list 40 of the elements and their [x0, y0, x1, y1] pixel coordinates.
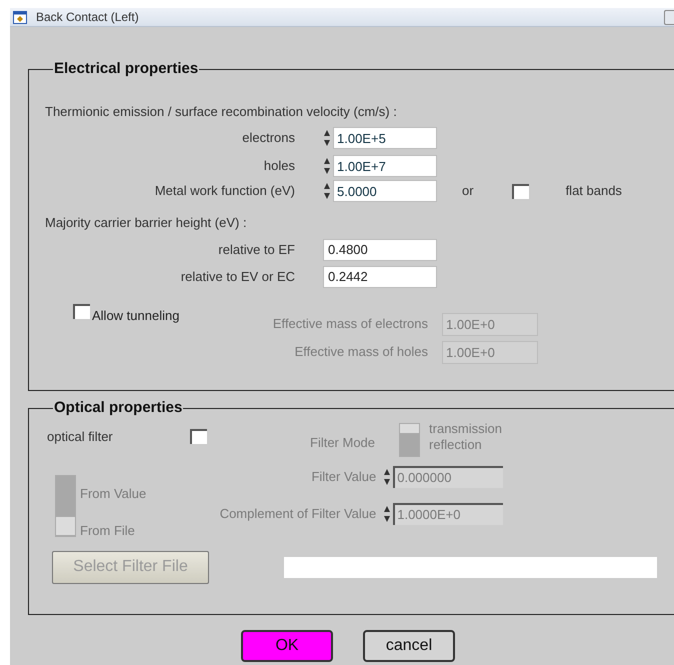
ok-button[interactable]: OK	[241, 630, 333, 662]
spinner-icon[interactable]	[323, 128, 331, 148]
checkbox-label: flat bands	[566, 182, 622, 200]
option-label: From Value	[80, 486, 146, 502]
section-title: Electrical properties	[53, 59, 200, 79]
spinner-icon[interactable]	[383, 504, 392, 524]
window-title: Back Contact (Left)	[36, 9, 139, 26]
checkbox-label: optical filter	[47, 428, 114, 446]
field-label: relative to EV or EC	[180, 268, 295, 286]
section-heading: Majority carrier barrier height (eV) :	[45, 214, 247, 232]
checkbox-label: Allow tunneling	[92, 306, 180, 325]
option-label: transmission	[429, 420, 502, 436]
option-label: From File	[80, 522, 136, 538]
or-text: or	[462, 182, 474, 200]
field-label: Metal work function (eV)	[154, 182, 295, 200]
checkbox[interactable]	[73, 304, 90, 318]
file-path-field[interactable]	[284, 556, 657, 578]
number-field[interactable]: 0.2442	[323, 266, 437, 288]
number-field[interactable]: 1.00E+5	[333, 127, 437, 149]
spinner-icon[interactable]	[383, 466, 392, 486]
option-label: reflection	[429, 436, 483, 452]
spinner-icon[interactable]	[323, 156, 331, 176]
field-label: Filter Value	[310, 468, 376, 486]
spinner-icon[interactable]	[323, 181, 331, 201]
field-label: electrons	[241, 129, 295, 148]
field-label: Complement of Filter Value	[218, 504, 376, 523]
number-field[interactable]: 5.0000	[333, 180, 437, 202]
field-label: Filter Mode	[310, 434, 376, 452]
close-button[interactable]	[664, 10, 674, 24]
section-heading: Thermionic emission / surface recombination velocity (cm/s) :	[45, 102, 397, 121]
field-label: Effective mass of holes	[294, 343, 428, 362]
number-field[interactable]: 1.00E+7	[333, 155, 437, 177]
section-title: Optical properties	[53, 398, 184, 418]
field-label: relative to EF	[217, 240, 295, 259]
cancel-button[interactable]: cancel	[363, 630, 455, 662]
field-label: Effective mass of electrons	[272, 315, 428, 334]
number-field[interactable]: 0.4800	[323, 238, 437, 260]
field-label: holes	[262, 157, 295, 176]
checkbox[interactable]	[512, 184, 529, 198]
app-icon	[13, 10, 27, 24]
